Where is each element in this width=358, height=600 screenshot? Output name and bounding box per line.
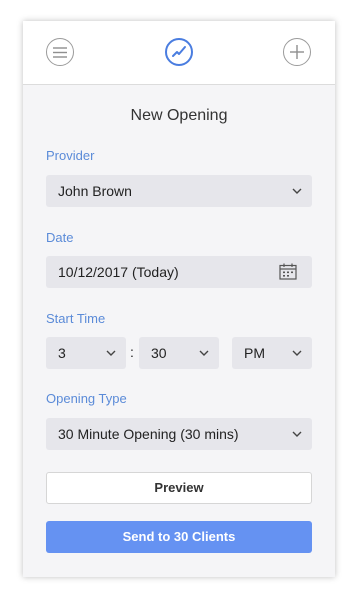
top-bar <box>23 21 335 85</box>
chevron-down-icon <box>292 350 302 356</box>
minute-select[interactable]: 30 <box>139 337 219 369</box>
send-button[interactable]: Send to 30 Clients <box>46 521 312 553</box>
time-separator: : <box>130 344 134 360</box>
meridiem-value: PM <box>244 345 265 361</box>
date-label: Date <box>46 230 74 245</box>
provider-select[interactable]: John Brown <box>46 175 312 207</box>
preview-button[interactable]: Preview <box>46 472 312 504</box>
calendar-icon[interactable] <box>279 263 297 280</box>
hour-select[interactable]: 3 <box>46 337 126 369</box>
plus-icon[interactable] <box>283 38 311 66</box>
meridiem-select[interactable]: PM <box>232 337 312 369</box>
hamburger-menu-icon[interactable] <box>46 38 74 66</box>
activity-chart-icon[interactable] <box>165 38 193 66</box>
chevron-down-icon <box>292 431 302 437</box>
opening-type-label: Opening Type <box>46 391 127 406</box>
date-field[interactable]: 10/12/2017 (Today) <box>46 256 312 288</box>
minute-value: 30 <box>151 345 167 361</box>
app-panel: New Opening Provider John Brown Date 10/… <box>23 21 335 577</box>
opening-type-value: 30 Minute Opening (30 mins) <box>58 426 239 442</box>
start-time-label: Start Time <box>46 311 106 326</box>
hour-value: 3 <box>58 345 66 361</box>
provider-label: Provider <box>46 148 95 163</box>
chevron-down-icon <box>106 350 116 356</box>
opening-type-select[interactable]: 30 Minute Opening (30 mins) <box>46 418 312 450</box>
provider-value: John Brown <box>58 183 132 199</box>
page-title: New Opening <box>130 107 228 124</box>
chevron-down-icon <box>199 350 209 356</box>
date-value: 10/12/2017 (Today) <box>58 264 179 280</box>
chevron-down-icon <box>292 188 302 194</box>
